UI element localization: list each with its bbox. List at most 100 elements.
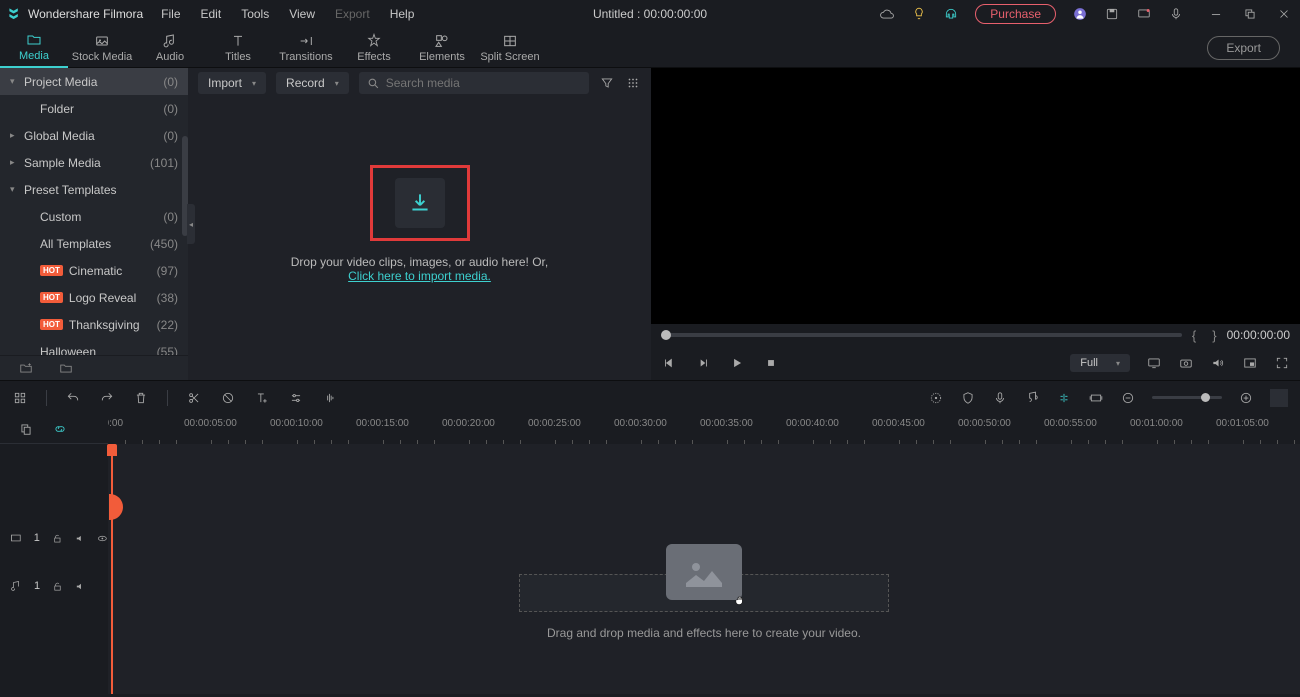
sidebar-item-project-media[interactable]: ▾Project Media(0) <box>0 68 188 95</box>
minimize-icon[interactable] <box>1208 6 1224 22</box>
fullscreen-icon[interactable] <box>1274 355 1290 371</box>
prev-frame-icon[interactable] <box>661 355 677 371</box>
delete-icon[interactable] <box>133 390 149 406</box>
search-input[interactable] <box>386 76 581 90</box>
tab-stock-media[interactable]: Stock Media <box>68 28 136 68</box>
marker-shield-icon[interactable] <box>960 390 976 406</box>
timeline-ruler[interactable]: 00:0000:00:05:0000:00:10:0000:00:15:0000… <box>108 414 1300 444</box>
headset-icon[interactable] <box>943 6 959 22</box>
mute-icon-2[interactable] <box>75 581 86 592</box>
filter-icon[interactable] <box>599 75 615 91</box>
split-icon[interactable] <box>186 390 202 406</box>
zoom-out-icon[interactable] <box>1120 390 1136 406</box>
sidebar-item-all-templates[interactable]: All Templates(450) <box>0 230 188 257</box>
audio-wave-icon[interactable] <box>322 390 338 406</box>
audio-track-header[interactable]: 1 <box>0 562 108 610</box>
timeline-link-icon[interactable] <box>52 421 68 437</box>
playhead[interactable] <box>111 444 113 694</box>
adjust-icon[interactable] <box>288 390 304 406</box>
sidebar-item-global-media[interactable]: ▸Global Media(0) <box>0 122 188 149</box>
new-folder-icon[interactable] <box>18 360 34 376</box>
import-highlight-box <box>370 165 470 241</box>
crop-disable-icon[interactable] <box>220 390 236 406</box>
snapshot-icon[interactable] <box>1178 355 1194 371</box>
close-icon[interactable] <box>1276 6 1292 22</box>
unlock-icon-2[interactable] <box>52 581 63 592</box>
purchase-button[interactable]: Purchase <box>975 4 1056 24</box>
tab-media[interactable]: Media <box>0 28 68 68</box>
media-drop-zone[interactable]: Drop your video clips, images, or audio … <box>188 98 651 380</box>
track-area[interactable]: 00:0000:00:05:0000:00:10:0000:00:15:0000… <box>108 414 1300 694</box>
menu-edit[interactable]: Edit <box>201 7 222 21</box>
mic-icon[interactable] <box>1168 6 1184 22</box>
sidebar-item-halloween[interactable]: Halloween(55) <box>0 338 188 355</box>
color-chip[interactable] <box>1270 389 1288 407</box>
audio-mixer-icon[interactable] <box>1024 390 1040 406</box>
video-track-header[interactable]: 1 <box>0 514 108 562</box>
voiceover-icon[interactable] <box>992 390 1008 406</box>
display-icon[interactable] <box>1146 355 1162 371</box>
stop-icon[interactable] <box>763 355 779 371</box>
unlock-icon[interactable] <box>52 533 63 544</box>
preview-scrubber[interactable] <box>661 333 1182 337</box>
step-back-icon[interactable] <box>695 355 711 371</box>
pip-icon[interactable] <box>1242 355 1258 371</box>
sidebar-collapse-toggle[interactable]: ◂ <box>187 204 195 244</box>
cloud-icon[interactable] <box>879 6 895 22</box>
sidebar-item-logo-reveal[interactable]: HOTLogo Reveal(38) <box>0 284 188 311</box>
avatar-icon[interactable] <box>1072 6 1088 22</box>
maximize-icon[interactable] <box>1242 6 1258 22</box>
menu-view[interactable]: View <box>289 7 315 21</box>
grid-view-icon[interactable] <box>625 75 641 91</box>
apps-icon[interactable] <box>12 390 28 406</box>
play-icon[interactable] <box>729 355 745 371</box>
export-button[interactable]: Export <box>1207 36 1280 60</box>
mark-out-icon[interactable]: } <box>1212 328 1216 343</box>
sidebar-item-cinematic[interactable]: HOTCinematic(97) <box>0 257 188 284</box>
sidebar-bottom <box>0 355 188 380</box>
timeline-copy-icon[interactable] <box>18 421 34 437</box>
sidebar-item-preset-templates[interactable]: ▾Preset Templates <box>0 176 188 203</box>
import-button[interactable] <box>395 178 445 228</box>
import-link[interactable]: Click here to import media. <box>348 269 491 283</box>
scrub-thumb[interactable] <box>661 330 671 340</box>
menu-bar: File Edit Tools View Export Help <box>161 7 414 21</box>
message-icon[interactable] <box>1136 6 1152 22</box>
folder-icon[interactable] <box>58 360 74 376</box>
tab-audio[interactable]: Audio <box>136 28 204 68</box>
sidebar-item-custom[interactable]: Custom(0) <box>0 203 188 230</box>
sidebar-item-thanksgiving[interactable]: HOTThanksgiving(22) <box>0 311 188 338</box>
app-logo-icon <box>8 7 22 21</box>
visibility-icon[interactable] <box>97 533 108 544</box>
lightbulb-icon[interactable] <box>911 6 927 22</box>
aspect-icon[interactable] <box>1088 390 1104 406</box>
tab-elements[interactable]: Elements <box>408 28 476 68</box>
mute-icon[interactable] <box>75 533 86 544</box>
tab-transitions[interactable]: Transitions <box>272 28 340 68</box>
zoom-slider[interactable] <box>1152 396 1222 399</box>
menu-file[interactable]: File <box>161 7 180 21</box>
sidebar-item-sample-media[interactable]: ▸Sample Media(101) <box>0 149 188 176</box>
preview-timecode: 00:00:00:00 <box>1227 328 1290 342</box>
preview-viewport[interactable] <box>651 68 1300 324</box>
tab-effects[interactable]: Effects <box>340 28 408 68</box>
undo-icon[interactable] <box>65 390 81 406</box>
preview-quality-select[interactable]: Full▾ <box>1070 354 1130 372</box>
save-icon[interactable] <box>1104 6 1120 22</box>
magnet-icon[interactable] <box>1056 390 1072 406</box>
zoom-thumb[interactable] <box>1201 393 1210 402</box>
zoom-in-icon[interactable] <box>1238 390 1254 406</box>
sidebar-item-folder[interactable]: Folder(0) <box>0 95 188 122</box>
tab-titles[interactable]: Titles <box>204 28 272 68</box>
import-dropdown[interactable]: Import▾ <box>198 72 266 94</box>
menu-help[interactable]: Help <box>390 7 415 21</box>
redo-icon[interactable] <box>99 390 115 406</box>
mark-in-icon[interactable]: { <box>1192 328 1196 343</box>
record-dropdown[interactable]: Record▾ <box>276 72 349 94</box>
text-add-icon[interactable] <box>254 390 270 406</box>
menu-tools[interactable]: Tools <box>241 7 269 21</box>
volume-icon[interactable] <box>1210 355 1226 371</box>
search-box[interactable] <box>359 72 589 94</box>
tab-split-screen[interactable]: Split Screen <box>476 28 544 68</box>
render-icon[interactable] <box>928 390 944 406</box>
